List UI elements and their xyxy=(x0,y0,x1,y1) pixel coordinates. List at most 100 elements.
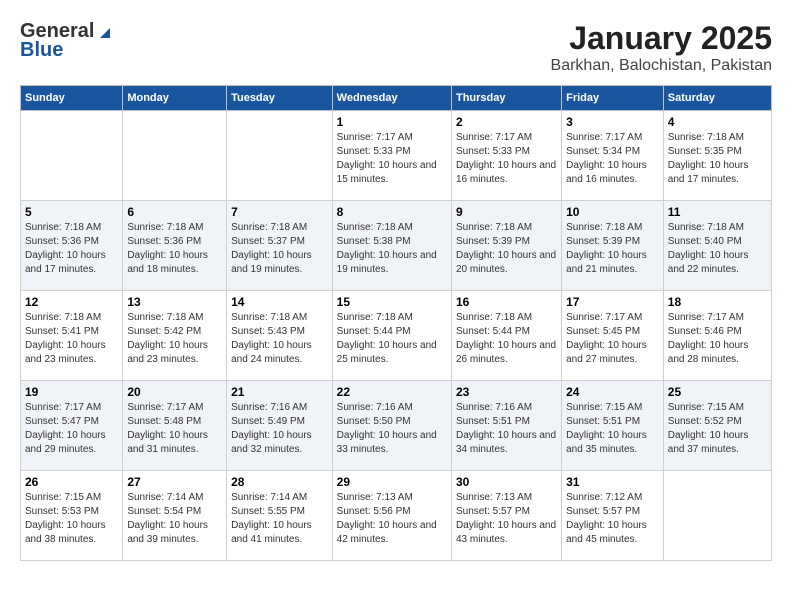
day-content: Sunrise: 7:12 AM Sunset: 5:57 PM Dayligh… xyxy=(566,491,659,547)
day-content: Sunrise: 7:18 AM Sunset: 5:39 PM Dayligh… xyxy=(456,221,557,277)
header-friday: Friday xyxy=(562,86,664,111)
day-content: Sunrise: 7:16 AM Sunset: 5:51 PM Dayligh… xyxy=(456,401,557,457)
calendar-cell: 3 Sunrise: 7:17 AM Sunset: 5:34 PM Daylig… xyxy=(562,111,664,201)
day-number: 1 xyxy=(337,115,447,129)
day-number: 5 xyxy=(25,205,118,219)
calendar-cell: 20Sunrise: 7:17 AM Sunset: 5:48 PM Dayli… xyxy=(123,381,227,471)
day-content: Sunrise: 7:17 AM Sunset: 5:48 PM Dayligh… xyxy=(127,401,222,457)
calendar-cell: 30Sunrise: 7:13 AM Sunset: 5:57 PM Dayli… xyxy=(451,471,561,561)
day-number: 23 xyxy=(456,385,557,399)
calendar-header-row: SundayMondayTuesdayWednesdayThursdayFrid… xyxy=(21,86,772,111)
calendar-cell: 17Sunrise: 7:17 AM Sunset: 5:45 PM Dayli… xyxy=(562,291,664,381)
day-number: 4 xyxy=(668,115,767,129)
calendar-cell: 18 Sunrise: 7:17 AM Sunset: 5:46 PM Dayli… xyxy=(663,291,771,381)
day-content: Sunrise: 7:13 AM Sunset: 5:56 PM Dayligh… xyxy=(337,491,447,547)
calendar-cell: 1 Sunrise: 7:17 AM Sunset: 5:33 PM Daylig… xyxy=(332,111,451,201)
day-content: Sunrise: 7:17 AM Sunset: 5:47 PM Dayligh… xyxy=(25,401,118,457)
calendar-cell xyxy=(21,111,123,201)
day-number: 19 xyxy=(25,385,118,399)
calendar-table: SundayMondayTuesdayWednesdayThursdayFrid… xyxy=(20,85,772,561)
calendar-cell: 2Sunrise: 7:17 AM Sunset: 5:33 PM Daylig… xyxy=(451,111,561,201)
calendar-week-row: 19 Sunrise: 7:17 AM Sunset: 5:47 PM Dayli… xyxy=(21,381,772,471)
page-subtitle: Barkhan, Balochistan, Pakistan xyxy=(551,57,772,75)
day-content: Sunrise: 7:18 AM Sunset: 5:35 PM Dayligh… xyxy=(668,131,767,187)
day-content: Sunrise: 7:18 AM Sunset: 5:40 PM Dayligh… xyxy=(668,221,767,277)
calendar-cell: 7Sunrise: 7:18 AM Sunset: 5:37 PM Daylig… xyxy=(227,201,333,291)
calendar-cell: 8Sunrise: 7:18 AM Sunset: 5:38 PM Daylig… xyxy=(332,201,451,291)
day-number: 2 xyxy=(456,115,557,129)
day-number: 16 xyxy=(456,295,557,309)
header-thursday: Thursday xyxy=(451,86,561,111)
day-content: Sunrise: 7:14 AM Sunset: 5:54 PM Dayligh… xyxy=(127,491,222,547)
day-content: Sunrise: 7:15 AM Sunset: 5:51 PM Dayligh… xyxy=(566,401,659,457)
calendar-cell: 24 Sunrise: 7:15 AM Sunset: 5:51 PM Dayli… xyxy=(562,381,664,471)
day-number: 29 xyxy=(337,475,447,489)
calendar-cell: 5 Sunrise: 7:18 AM Sunset: 5:36 PM Daylig… xyxy=(21,201,123,291)
calendar-cell: 16 Sunrise: 7:18 AM Sunset: 5:44 PM Dayli… xyxy=(451,291,561,381)
day-content: Sunrise: 7:18 AM Sunset: 5:39 PM Dayligh… xyxy=(566,221,659,277)
day-number: 3 xyxy=(566,115,659,129)
title-block: January 2025 Barkhan, Balochistan, Pakis… xyxy=(551,20,772,75)
day-content: Sunrise: 7:18 AM Sunset: 5:37 PM Dayligh… xyxy=(231,221,328,277)
header-saturday: Saturday xyxy=(663,86,771,111)
page-title: January 2025 xyxy=(551,20,772,57)
calendar-week-row: 5 Sunrise: 7:18 AM Sunset: 5:36 PM Daylig… xyxy=(21,201,772,291)
day-number: 13 xyxy=(127,295,222,309)
calendar-cell: 28Sunrise: 7:14 AM Sunset: 5:55 PM Dayli… xyxy=(227,471,333,561)
calendar-cell: 21Sunrise: 7:16 AM Sunset: 5:49 PM Dayli… xyxy=(227,381,333,471)
calendar-cell: 19 Sunrise: 7:17 AM Sunset: 5:47 PM Dayli… xyxy=(21,381,123,471)
day-number: 22 xyxy=(337,385,447,399)
day-content: Sunrise: 7:18 AM Sunset: 5:43 PM Dayligh… xyxy=(231,311,328,367)
day-number: 10 xyxy=(566,205,659,219)
day-content: Sunrise: 7:18 AM Sunset: 5:42 PM Dayligh… xyxy=(127,311,222,367)
logo-icon xyxy=(96,24,112,40)
day-number: 24 xyxy=(566,385,659,399)
day-number: 15 xyxy=(337,295,447,309)
day-number: 31 xyxy=(566,475,659,489)
calendar-cell xyxy=(123,111,227,201)
logo: General Blue xyxy=(20,20,112,62)
calendar-week-row: 12 Sunrise: 7:18 AM Sunset: 5:41 PM Dayli… xyxy=(21,291,772,381)
calendar-cell: 25Sunrise: 7:15 AM Sunset: 5:52 PM Dayli… xyxy=(663,381,771,471)
day-content: Sunrise: 7:17 AM Sunset: 5:33 PM Dayligh… xyxy=(337,131,447,187)
calendar-cell xyxy=(663,471,771,561)
logo-blue-text: Blue xyxy=(20,39,63,62)
calendar-cell: 11 Sunrise: 7:18 AM Sunset: 5:40 PM Dayli… xyxy=(663,201,771,291)
page-header: General Blue January 2025 Barkhan, Baloc… xyxy=(20,20,772,75)
day-content: Sunrise: 7:17 AM Sunset: 5:34 PM Dayligh… xyxy=(566,131,659,187)
calendar-cell: 23 Sunrise: 7:16 AM Sunset: 5:51 PM Dayli… xyxy=(451,381,561,471)
header-sunday: Sunday xyxy=(21,86,123,111)
day-content: Sunrise: 7:15 AM Sunset: 5:53 PM Dayligh… xyxy=(25,491,118,547)
calendar-cell: 9 Sunrise: 7:18 AM Sunset: 5:39 PM Daylig… xyxy=(451,201,561,291)
day-content: Sunrise: 7:17 AM Sunset: 5:45 PM Dayligh… xyxy=(566,311,659,367)
calendar-cell: 22Sunrise: 7:16 AM Sunset: 5:50 PM Dayli… xyxy=(332,381,451,471)
day-number: 28 xyxy=(231,475,328,489)
calendar-cell: 13 Sunrise: 7:18 AM Sunset: 5:42 PM Dayli… xyxy=(123,291,227,381)
calendar-cell: 14Sunrise: 7:18 AM Sunset: 5:43 PM Dayli… xyxy=(227,291,333,381)
day-content: Sunrise: 7:18 AM Sunset: 5:36 PM Dayligh… xyxy=(127,221,222,277)
day-number: 11 xyxy=(668,205,767,219)
calendar-cell: 26 Sunrise: 7:15 AM Sunset: 5:53 PM Dayli… xyxy=(21,471,123,561)
day-content: Sunrise: 7:18 AM Sunset: 5:38 PM Dayligh… xyxy=(337,221,447,277)
calendar-cell: 27Sunrise: 7:14 AM Sunset: 5:54 PM Dayli… xyxy=(123,471,227,561)
calendar-week-row: 1 Sunrise: 7:17 AM Sunset: 5:33 PM Daylig… xyxy=(21,111,772,201)
day-number: 9 xyxy=(456,205,557,219)
header-wednesday: Wednesday xyxy=(332,86,451,111)
day-content: Sunrise: 7:18 AM Sunset: 5:41 PM Dayligh… xyxy=(25,311,118,367)
calendar-week-row: 26 Sunrise: 7:15 AM Sunset: 5:53 PM Dayli… xyxy=(21,471,772,561)
day-content: Sunrise: 7:13 AM Sunset: 5:57 PM Dayligh… xyxy=(456,491,557,547)
calendar-cell: 15Sunrise: 7:18 AM Sunset: 5:44 PM Dayli… xyxy=(332,291,451,381)
day-number: 26 xyxy=(25,475,118,489)
calendar-cell: 31 Sunrise: 7:12 AM Sunset: 5:57 PM Dayli… xyxy=(562,471,664,561)
calendar-cell xyxy=(227,111,333,201)
day-number: 18 xyxy=(668,295,767,309)
day-content: Sunrise: 7:15 AM Sunset: 5:52 PM Dayligh… xyxy=(668,401,767,457)
day-number: 12 xyxy=(25,295,118,309)
day-content: Sunrise: 7:17 AM Sunset: 5:46 PM Dayligh… xyxy=(668,311,767,367)
day-content: Sunrise: 7:18 AM Sunset: 5:36 PM Dayligh… xyxy=(25,221,118,277)
calendar-cell: 12 Sunrise: 7:18 AM Sunset: 5:41 PM Dayli… xyxy=(21,291,123,381)
header-monday: Monday xyxy=(123,86,227,111)
day-content: Sunrise: 7:16 AM Sunset: 5:49 PM Dayligh… xyxy=(231,401,328,457)
calendar-cell: 29 Sunrise: 7:13 AM Sunset: 5:56 PM Dayli… xyxy=(332,471,451,561)
day-content: Sunrise: 7:18 AM Sunset: 5:44 PM Dayligh… xyxy=(456,311,557,367)
